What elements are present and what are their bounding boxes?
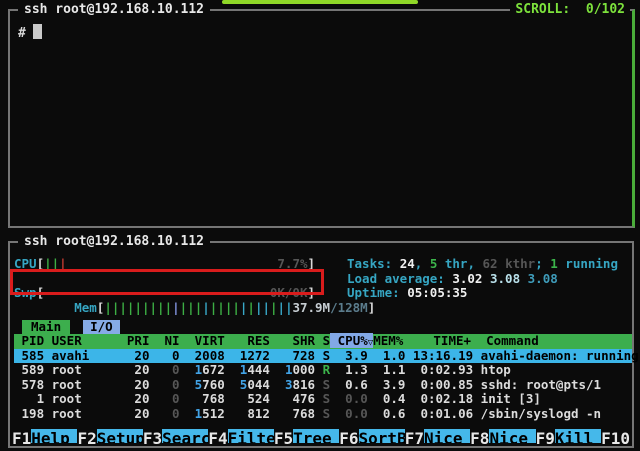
mem-meter-label: Mem (74, 300, 97, 315)
tasks-line: Tasks: 24, 5 thr, 62 kthr; 1 running (347, 257, 618, 272)
col-res: RES (225, 333, 270, 348)
fkey-kill-button[interactable]: Kill (555, 429, 601, 444)
prompt-symbol: # (18, 26, 26, 41)
fkey-sortby-button[interactable]: SortBy (359, 429, 405, 444)
fkey-label: F10 (601, 429, 630, 444)
tab-io[interactable]: I/O (83, 320, 120, 335)
fkey-nice-plus-button[interactable]: Nice + (489, 429, 535, 444)
cpu-meter-bars: ||| (44, 256, 67, 271)
fkey-label: F5 (274, 429, 293, 444)
shell-prompt[interactable]: # (18, 24, 42, 41)
tmux-pane-shell[interactable]: ssh root@192.168.10.112 SCROLL: 0/102 # (8, 9, 635, 228)
col-ni: NI (149, 333, 179, 348)
pane-title-shell: ssh root@192.168.10.112 (18, 2, 210, 18)
mem-meter-value: 37.9M/128M (292, 301, 367, 316)
fkey-label: F8 (470, 429, 489, 444)
col-command: Command (471, 333, 539, 348)
col-cpu-sorted: CPU%▽ (330, 333, 373, 348)
table-row[interactable]: 198 root 20 0 1512 812 768 S 0.0 0.6 0:0… (14, 407, 632, 422)
fkey-label: F3 (143, 429, 162, 444)
fkey-label: F4 (208, 429, 227, 444)
htop-view: CPU[|||7.7%] Mem[|||||||||||||||||||||||… (10, 243, 632, 446)
col-state: S (315, 333, 330, 348)
fkey-label: F6 (339, 429, 358, 444)
col-pid: PID (14, 333, 44, 348)
cpu-meter-label: CPU (14, 256, 37, 271)
terminal-screen: ssh root@192.168.10.112 SCROLL: 0/102 # … (0, 0, 640, 451)
col-time: TIME+ (403, 333, 471, 348)
fkey-setup-button[interactable]: Setup (97, 429, 143, 444)
fkey-label: F7 (405, 429, 424, 444)
swap-meter-value: 0K/0K (270, 286, 308, 301)
load-average-line: Load average: 3.02 3.08 3.08 (347, 272, 618, 287)
fkey-label: F2 (77, 429, 96, 444)
system-info: Tasks: 24, 5 thr, 62 kthr; 1 running Loa… (347, 257, 618, 301)
table-row[interactable]: 1 root 20 0 768 524 476 S 0.0 0.4 0:02.1… (14, 392, 632, 407)
col-mem: MEM% (373, 333, 403, 348)
scroll-indicator: SCROLL: 0/102 (510, 2, 630, 18)
table-row[interactable]: 589 root 20 0 1672 1444 1000 R 1.3 1.1 0… (14, 363, 632, 378)
fkey-filter-button[interactable]: Filter (228, 429, 274, 444)
htop-tabs: MainI/O (14, 320, 632, 335)
col-virt: VIRT (180, 333, 225, 348)
table-row-selected[interactable]: 585 avahi 20 0 2008 1272 728 S 3.9 1.0 1… (14, 349, 632, 364)
fkey-tree-button[interactable]: Tree (293, 429, 339, 444)
fkey-label: F9 (536, 429, 555, 444)
col-shr: SHR (270, 333, 315, 348)
col-pri: PRI (127, 333, 150, 348)
block-cursor (33, 24, 42, 39)
cpu-meter-value: 7.7% (277, 257, 307, 272)
fkey-label: F1 (12, 429, 31, 444)
tmux-pane-htop[interactable]: ssh root@192.168.10.112 CPU[|||7.7%] Mem… (8, 241, 634, 448)
col-user: USER (44, 333, 127, 348)
process-table-header[interactable]: PID USER PRI NI VIRT RES SHR S CPU%▽MEM%… (14, 334, 632, 349)
top-green-strip (222, 0, 418, 4)
fkey-help-button[interactable]: Help (31, 429, 77, 444)
table-row[interactable]: 578 root 20 0 5760 5044 3816 S 0.6 3.9 0… (14, 378, 632, 393)
uptime-line: Uptime: 05:05:35 (347, 286, 618, 301)
fkey-search-button[interactable]: Search (162, 429, 208, 444)
function-key-bar: F1HelpF2SetupF3SearchF4FilterF5TreeF6Sor… (12, 429, 630, 444)
mem-meter-bars: ||||||||||||||||||||||||| (104, 300, 292, 315)
fkey-nice-minus-button[interactable]: Nice - (424, 429, 470, 444)
